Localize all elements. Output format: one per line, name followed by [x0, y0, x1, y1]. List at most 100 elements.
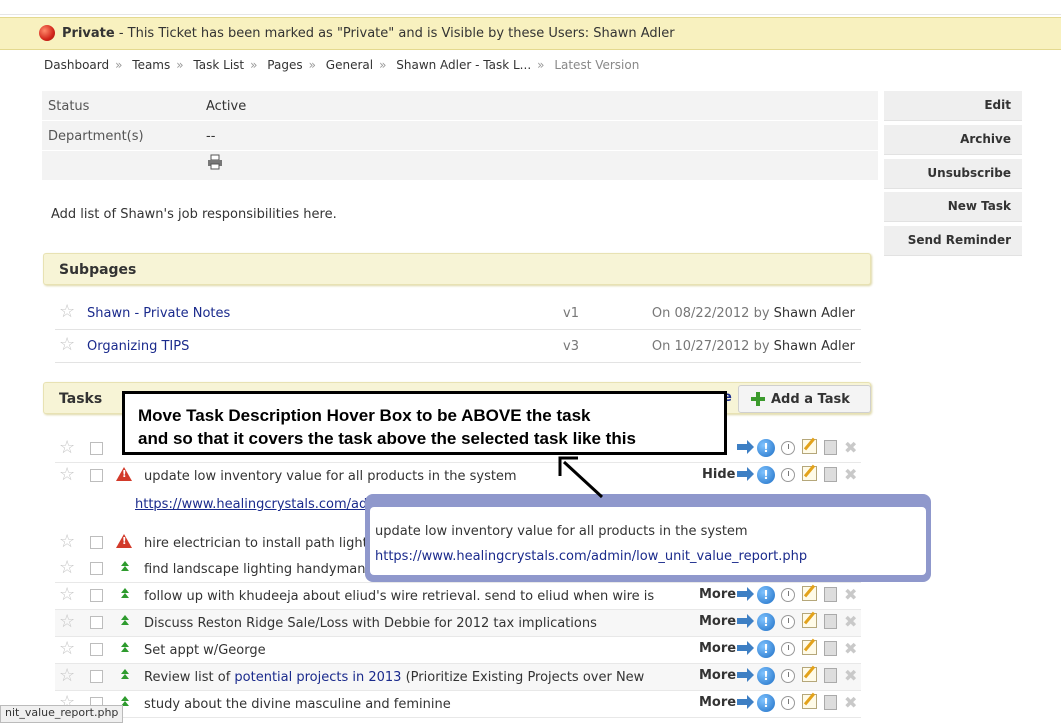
document-icon[interactable] [824, 467, 837, 482]
edit-icon[interactable] [802, 586, 817, 601]
task-title[interactable]: update low inventory value for all produ… [144, 469, 517, 484]
task-checkbox[interactable] [90, 643, 103, 656]
unsubscribe-button[interactable]: Unsubscribe [884, 159, 1022, 189]
document-icon[interactable] [824, 668, 837, 683]
breadcrumb-shawn-adler[interactable]: Shawn Adler - Task L... [396, 58, 531, 72]
new-task-button[interactable]: New Task [884, 192, 1022, 222]
task-checkbox[interactable] [90, 616, 103, 629]
add-task-button[interactable]: Add a Task [738, 385, 871, 413]
annotation-line-2: and so that it covers the task above the… [138, 429, 636, 448]
star-icon[interactable]: ☆ [59, 667, 75, 685]
task-title[interactable]: follow up with khudeeja about eliud's wi… [144, 589, 654, 604]
clock-icon[interactable] [781, 642, 795, 656]
delete-icon[interactable]: ✖ [844, 439, 857, 457]
move-arrow-icon[interactable] [737, 467, 754, 481]
task-checkbox[interactable] [90, 536, 103, 549]
delete-icon[interactable]: ✖ [844, 640, 857, 658]
breadcrumb-task-list[interactable]: Task List [193, 58, 244, 72]
document-icon[interactable] [824, 440, 837, 455]
delete-icon[interactable]: ✖ [844, 466, 857, 484]
task-title[interactable]: find landscape lighting handyman [144, 562, 365, 577]
star-icon[interactable]: ☆ [59, 613, 75, 631]
task-checkbox[interactable] [90, 562, 103, 575]
clock-icon[interactable] [781, 669, 795, 683]
task-title[interactable]: Discuss Reston Ridge Sale/Loss with Debb… [144, 616, 597, 631]
star-icon[interactable]: ☆ [59, 586, 75, 604]
move-arrow-icon[interactable] [737, 695, 754, 709]
task-title[interactable]: study about the divine masculine and fem… [144, 697, 451, 712]
star-icon[interactable]: ☆ [59, 533, 75, 551]
subpage-link[interactable]: Shawn - Private Notes [87, 306, 230, 321]
send-reminder-button[interactable]: Send Reminder [884, 226, 1022, 256]
delete-icon[interactable]: ✖ [844, 667, 857, 685]
star-icon[interactable]: ☆ [59, 439, 75, 457]
delete-icon[interactable]: ✖ [844, 586, 857, 604]
breadcrumb-general[interactable]: General [326, 58, 373, 72]
more-button[interactable]: More [699, 668, 736, 683]
task-title[interactable]: Review list of potential projects in 201… [144, 670, 644, 685]
hover-task-url[interactable]: https://www.healingcrystals.com/admin/lo… [375, 549, 807, 564]
task-checkbox[interactable] [90, 442, 103, 455]
task-row[interactable]: ☆ follow up with khudeeja about eliud's … [55, 583, 861, 610]
star-icon[interactable]: ☆ [59, 466, 75, 484]
clock-icon[interactable] [781, 468, 795, 482]
delete-icon[interactable]: ✖ [844, 613, 857, 631]
clock-icon[interactable] [781, 696, 795, 710]
more-button[interactable]: More [699, 695, 736, 710]
document-icon[interactable] [824, 695, 837, 710]
task-inline-link[interactable]: potential projects in 2013 [234, 670, 401, 685]
task-title[interactable]: hire electrician to install path lights [144, 536, 374, 551]
move-arrow-icon[interactable] [737, 641, 754, 655]
edit-icon[interactable] [802, 640, 817, 655]
task-row[interactable]: ☆ Discuss Reston Ridge Sale/Loss with De… [55, 610, 861, 637]
clock-icon[interactable] [781, 615, 795, 629]
task-row[interactable]: ☆ study about the divine masculine and f… [55, 691, 861, 718]
hide-button[interactable]: Hide [702, 467, 735, 482]
task-checkbox[interactable] [90, 469, 103, 482]
printer-icon[interactable] [207, 154, 223, 170]
task-row[interactable]: ☆ Set appt w/George More ! ✖ [55, 637, 861, 664]
task-checkbox[interactable] [90, 589, 103, 602]
clock-icon[interactable] [781, 441, 795, 455]
edit-icon[interactable] [802, 613, 817, 628]
archive-button[interactable]: Archive [884, 125, 1022, 155]
document-icon[interactable] [824, 641, 837, 656]
breadcrumb-teams[interactable]: Teams [132, 58, 170, 72]
more-button[interactable]: More [699, 614, 736, 629]
info-icon[interactable]: ! [757, 667, 775, 685]
edit-icon[interactable] [802, 466, 817, 481]
task-actions: ! ✖ [736, 465, 861, 487]
star-icon[interactable]: ☆ [59, 336, 75, 354]
star-icon[interactable]: ☆ [59, 640, 75, 658]
breadcrumb-dashboard[interactable]: Dashboard [44, 58, 109, 72]
task-checkbox[interactable] [90, 670, 103, 683]
move-arrow-icon[interactable] [737, 587, 754, 601]
clock-icon[interactable] [781, 588, 795, 602]
task-row[interactable]: ☆ ! update low inventory value for all p… [55, 463, 861, 489]
document-icon[interactable] [824, 614, 837, 629]
document-icon[interactable] [824, 587, 837, 602]
move-arrow-icon[interactable] [737, 668, 754, 682]
info-icon[interactable]: ! [757, 613, 775, 631]
edit-icon[interactable] [802, 694, 817, 709]
edit-button[interactable]: Edit [884, 91, 1022, 121]
edit-icon[interactable] [802, 667, 817, 682]
info-icon[interactable]: ! [757, 586, 775, 604]
info-icon[interactable]: ! [757, 466, 775, 484]
info-icon[interactable]: ! [757, 694, 775, 712]
breadcrumb-pages[interactable]: Pages [267, 58, 302, 72]
breadcrumb-current: Latest Version [554, 58, 640, 72]
edit-icon[interactable] [802, 439, 817, 454]
info-icon[interactable]: ! [757, 439, 775, 457]
subpage-link[interactable]: Organizing TIPS [87, 339, 189, 354]
task-title[interactable]: Set appt w/George [144, 643, 266, 658]
more-button[interactable]: More [699, 641, 736, 656]
task-row[interactable]: ☆ Review list of potential projects in 2… [55, 664, 861, 691]
more-button[interactable]: More [699, 587, 736, 602]
move-arrow-icon[interactable] [737, 440, 754, 454]
star-icon[interactable]: ☆ [59, 303, 75, 321]
info-icon[interactable]: ! [757, 640, 775, 658]
star-icon[interactable]: ☆ [59, 559, 75, 577]
delete-icon[interactable]: ✖ [844, 694, 857, 712]
move-arrow-icon[interactable] [737, 614, 754, 628]
